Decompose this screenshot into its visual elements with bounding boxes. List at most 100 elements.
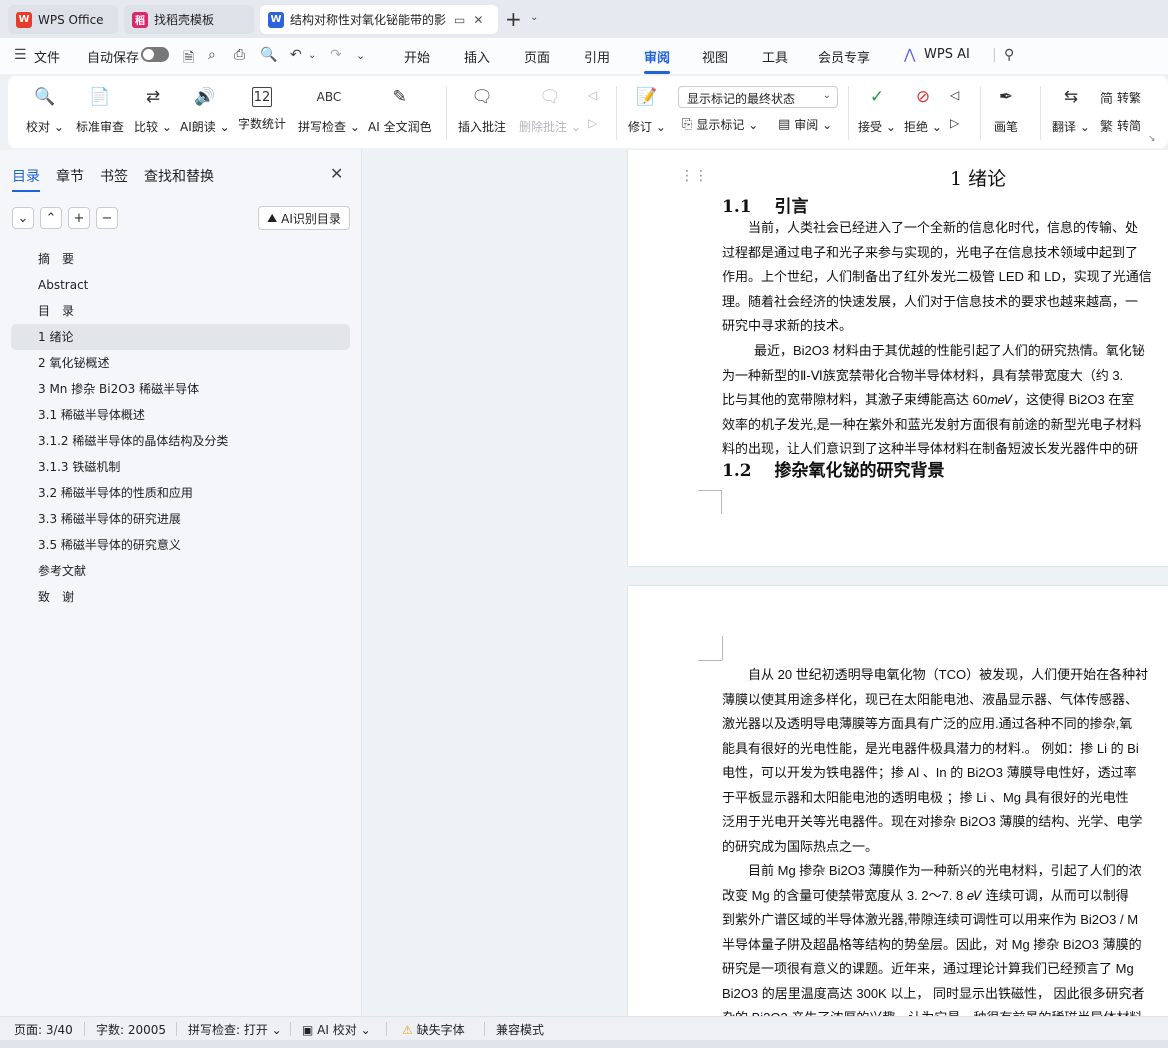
compare-button[interactable]: ⇄ 比较 ⌄ (134, 84, 172, 135)
tab-page[interactable]: 页面 (524, 47, 550, 66)
review-pane-button[interactable]: ▤ 审阅 ⌄ (778, 116, 832, 133)
ai-polish-button[interactable]: ✎ AI 全文润色 (368, 84, 432, 135)
nav-tab-bookmarks[interactable]: 书签 (100, 166, 128, 186)
file-menu[interactable]: 文件 (34, 47, 60, 66)
ai-recognize-toc-button[interactable]: ⛰ AI识别目录 (258, 206, 350, 230)
toc-item[interactable]: Abstract (11, 272, 350, 298)
toc-item[interactable]: 3.3 稀磁半导体的研究进展 (11, 506, 350, 532)
magic-wand-icon: ✎ (392, 87, 407, 107)
toc-item[interactable]: 摘 要 (11, 246, 350, 272)
quick-access-more-icon[interactable]: ⌄ (356, 49, 365, 62)
toc-item[interactable]: 致 谢 (11, 584, 350, 610)
chevron-down-icon[interactable]: ⌄ (530, 12, 538, 23)
previous-comment-icon[interactable]: ◁ (588, 88, 597, 102)
window-restore-icon[interactable]: ▭ (454, 13, 465, 27)
toc-item[interactable]: 3.2 稀磁半导体的性质和应用 (11, 480, 350, 506)
toc-item[interactable]: 3.1.2 稀磁半导体的晶体结构及分类 (11, 428, 350, 454)
tab-docer-templates[interactable]: 稻 找稻壳模板 (124, 5, 254, 34)
pen-button[interactable]: ✒ 画笔 (994, 84, 1018, 135)
ai-read-button[interactable]: 🔊 AI朗读 ⌄ (180, 84, 230, 135)
title-tab-bar: W WPS Office 稻 找稻壳模板 W 结构对称性对氧化铋能带的影 ▭ ✕… (0, 0, 1168, 38)
tab-home[interactable]: 开始 (404, 47, 430, 66)
to-simplified-button[interactable]: 繁 转简 (1100, 116, 1141, 135)
ai-proofread-icon: ▣ (302, 1023, 314, 1037)
text-line: 研究是一项很有意义的课题。近年来，通过理论计算我们已经预言了 Mg (722, 961, 1134, 976)
tab-view[interactable]: 视图 (702, 47, 728, 66)
standard-review-button[interactable]: 📄 标准审查 (76, 84, 124, 135)
close-icon[interactable]: ✕ (330, 164, 343, 183)
ribbon-divider (446, 86, 447, 140)
reject-button[interactable]: ⊘ 拒绝 ⌄ (904, 84, 942, 135)
next-comment-icon[interactable]: ▷ (588, 116, 597, 130)
text-line: 于平板显示器和太阳能电池的透明电极 ；掺 Li 、Mg 具有很好的光电性 (722, 789, 1129, 805)
share-icon[interactable]: ⌕ (208, 47, 216, 63)
proofread-button[interactable]: 🔍 校对 ⌄ (26, 84, 64, 135)
to-traditional-button[interactable]: 简 转繁 (1100, 88, 1141, 107)
page-indicator[interactable]: 页面: 3/40 (14, 1021, 73, 1038)
spell-check-button[interactable]: ABC 拼写检查 ⌄ (298, 84, 360, 135)
tab-wps-office[interactable]: W WPS Office (8, 5, 118, 34)
promote-heading-icon[interactable]: + (68, 207, 90, 229)
print-icon[interactable]: ⎙ (234, 47, 245, 63)
page-margin-mark (698, 490, 722, 514)
pen-icon: ✒ (998, 87, 1014, 107)
demote-heading-icon[interactable]: − (96, 207, 118, 229)
toc-item-active[interactable]: 1 绪论 (11, 324, 350, 350)
toc-item[interactable]: 2 氧化铋概述 (11, 350, 350, 376)
collapse-all-icon[interactable]: ⌃ (40, 207, 62, 229)
toc-list: 摘 要 Abstract 目 录 1 绪论 2 氧化铋概述 3 Mn 掺杂 Bi… (11, 246, 350, 610)
redo-icon[interactable]: ↷ (330, 47, 342, 63)
tab-member[interactable]: 会员专享 (818, 47, 870, 66)
hamburger-menu-icon[interactable]: ☰ (14, 47, 27, 63)
simplified-chinese-icon: 繁 (1100, 120, 1114, 135)
undo-icon[interactable]: ↶ (290, 47, 302, 63)
word-count-button[interactable]: 12 字数统计 (238, 84, 286, 132)
tab-wps-ai[interactable]: WPS AI (924, 47, 970, 62)
nav-tab-toc[interactable]: 目录 (12, 166, 40, 192)
toc-item[interactable]: 3.1.3 铁磁机制 (11, 454, 350, 480)
drag-handle-icon[interactable]: ⋮⋮ (680, 168, 708, 184)
missing-font-status[interactable]: ⚠ 缺失字体 (402, 1021, 465, 1038)
tab-tools[interactable]: 工具 (762, 47, 788, 66)
translate-button[interactable]: ⇆ 翻译 ⌄ (1052, 84, 1090, 135)
text-line: 电性，可以开发为铁电器件；掺 Al 、In 的 Bi2O3 薄膜导电性好，透过率 (722, 765, 1137, 780)
markup-state-select[interactable]: 显示标记的最终状态 ⌄ (678, 86, 838, 108)
expand-all-icon[interactable]: ⌄ (12, 207, 34, 229)
show-markup-button[interactable]: ⎘ 显示标记 ⌄ (682, 116, 758, 133)
previous-change-icon[interactable]: ◁ (950, 88, 959, 102)
tab-insert[interactable]: 插入 (464, 47, 490, 66)
insert-comment-button[interactable]: 🗨 插入批注 (458, 84, 506, 135)
toc-item[interactable]: 3.5 稀磁半导体的研究意义 (11, 532, 350, 558)
tab-current-document[interactable]: W 结构对称性对氧化铋能带的影 ▭ ✕ (260, 5, 498, 34)
autosave-toggle[interactable] (141, 47, 169, 62)
save-icon[interactable]: 🗎 (183, 47, 194, 71)
text-line: 最近，Bi2O3 材料由于其优越的性能引起了人们的研究热情。氧化铋 (754, 343, 1145, 358)
spell-check-status[interactable]: 拼写检查: 打开 ⌄ (188, 1021, 282, 1038)
nav-tab-sections[interactable]: 章节 (56, 166, 84, 186)
search-icon[interactable]: ⚲ (1004, 47, 1014, 63)
text-line: 过程都是通过电子和光子来参与实现的，光电子在信息技术领域中起到了 (722, 244, 1139, 260)
word-count-indicator[interactable]: 字数: 20005 (96, 1021, 166, 1038)
tab-references[interactable]: 引用 (584, 47, 610, 66)
toc-item[interactable]: 3.1 稀磁半导体概述 (11, 402, 350, 428)
close-tab-icon[interactable]: ✕ (473, 13, 483, 27)
undo-dropdown-icon[interactable]: ⌄ (308, 50, 316, 61)
track-changes-button[interactable]: 📝 修订 ⌄ (628, 84, 666, 135)
nav-tab-find-replace[interactable]: 查找和替换 (144, 166, 214, 186)
accept-button[interactable]: ✓ 接受 ⌄ (858, 84, 896, 135)
section-heading-intro: 1.1 引言 (722, 197, 809, 217)
toc-item[interactable]: 目 录 (11, 298, 350, 324)
toc-item[interactable]: 参考文献 (11, 558, 350, 584)
next-change-icon[interactable]: ▷ (950, 116, 959, 130)
tab-review[interactable]: 审阅 (644, 47, 671, 74)
ribbon-expand-icon[interactable]: ↘ (1148, 134, 1156, 144)
ai-proofread-status[interactable]: ▣ AI 校对 ⌄ (302, 1021, 371, 1038)
print-preview-icon[interactable]: 🔍 (260, 47, 277, 63)
delete-comment-button[interactable]: 🗨 删除批注 ⌄ (519, 84, 581, 135)
accept-label: 接受 (858, 120, 883, 134)
toc-item[interactable]: 3 Mn 掺杂 Bi2O3 稀磁半导体 (11, 376, 350, 402)
separator (176, 1022, 177, 1036)
spell-check-label: 拼写检查 (298, 120, 347, 134)
document-canvas[interactable]: ⋮⋮ 1 绪论 1.1 引言 当前，人类社会已经进入了一个全新的信息化时代，信息… (363, 150, 1168, 1016)
new-tab-plus-icon[interactable]: + (505, 8, 522, 30)
